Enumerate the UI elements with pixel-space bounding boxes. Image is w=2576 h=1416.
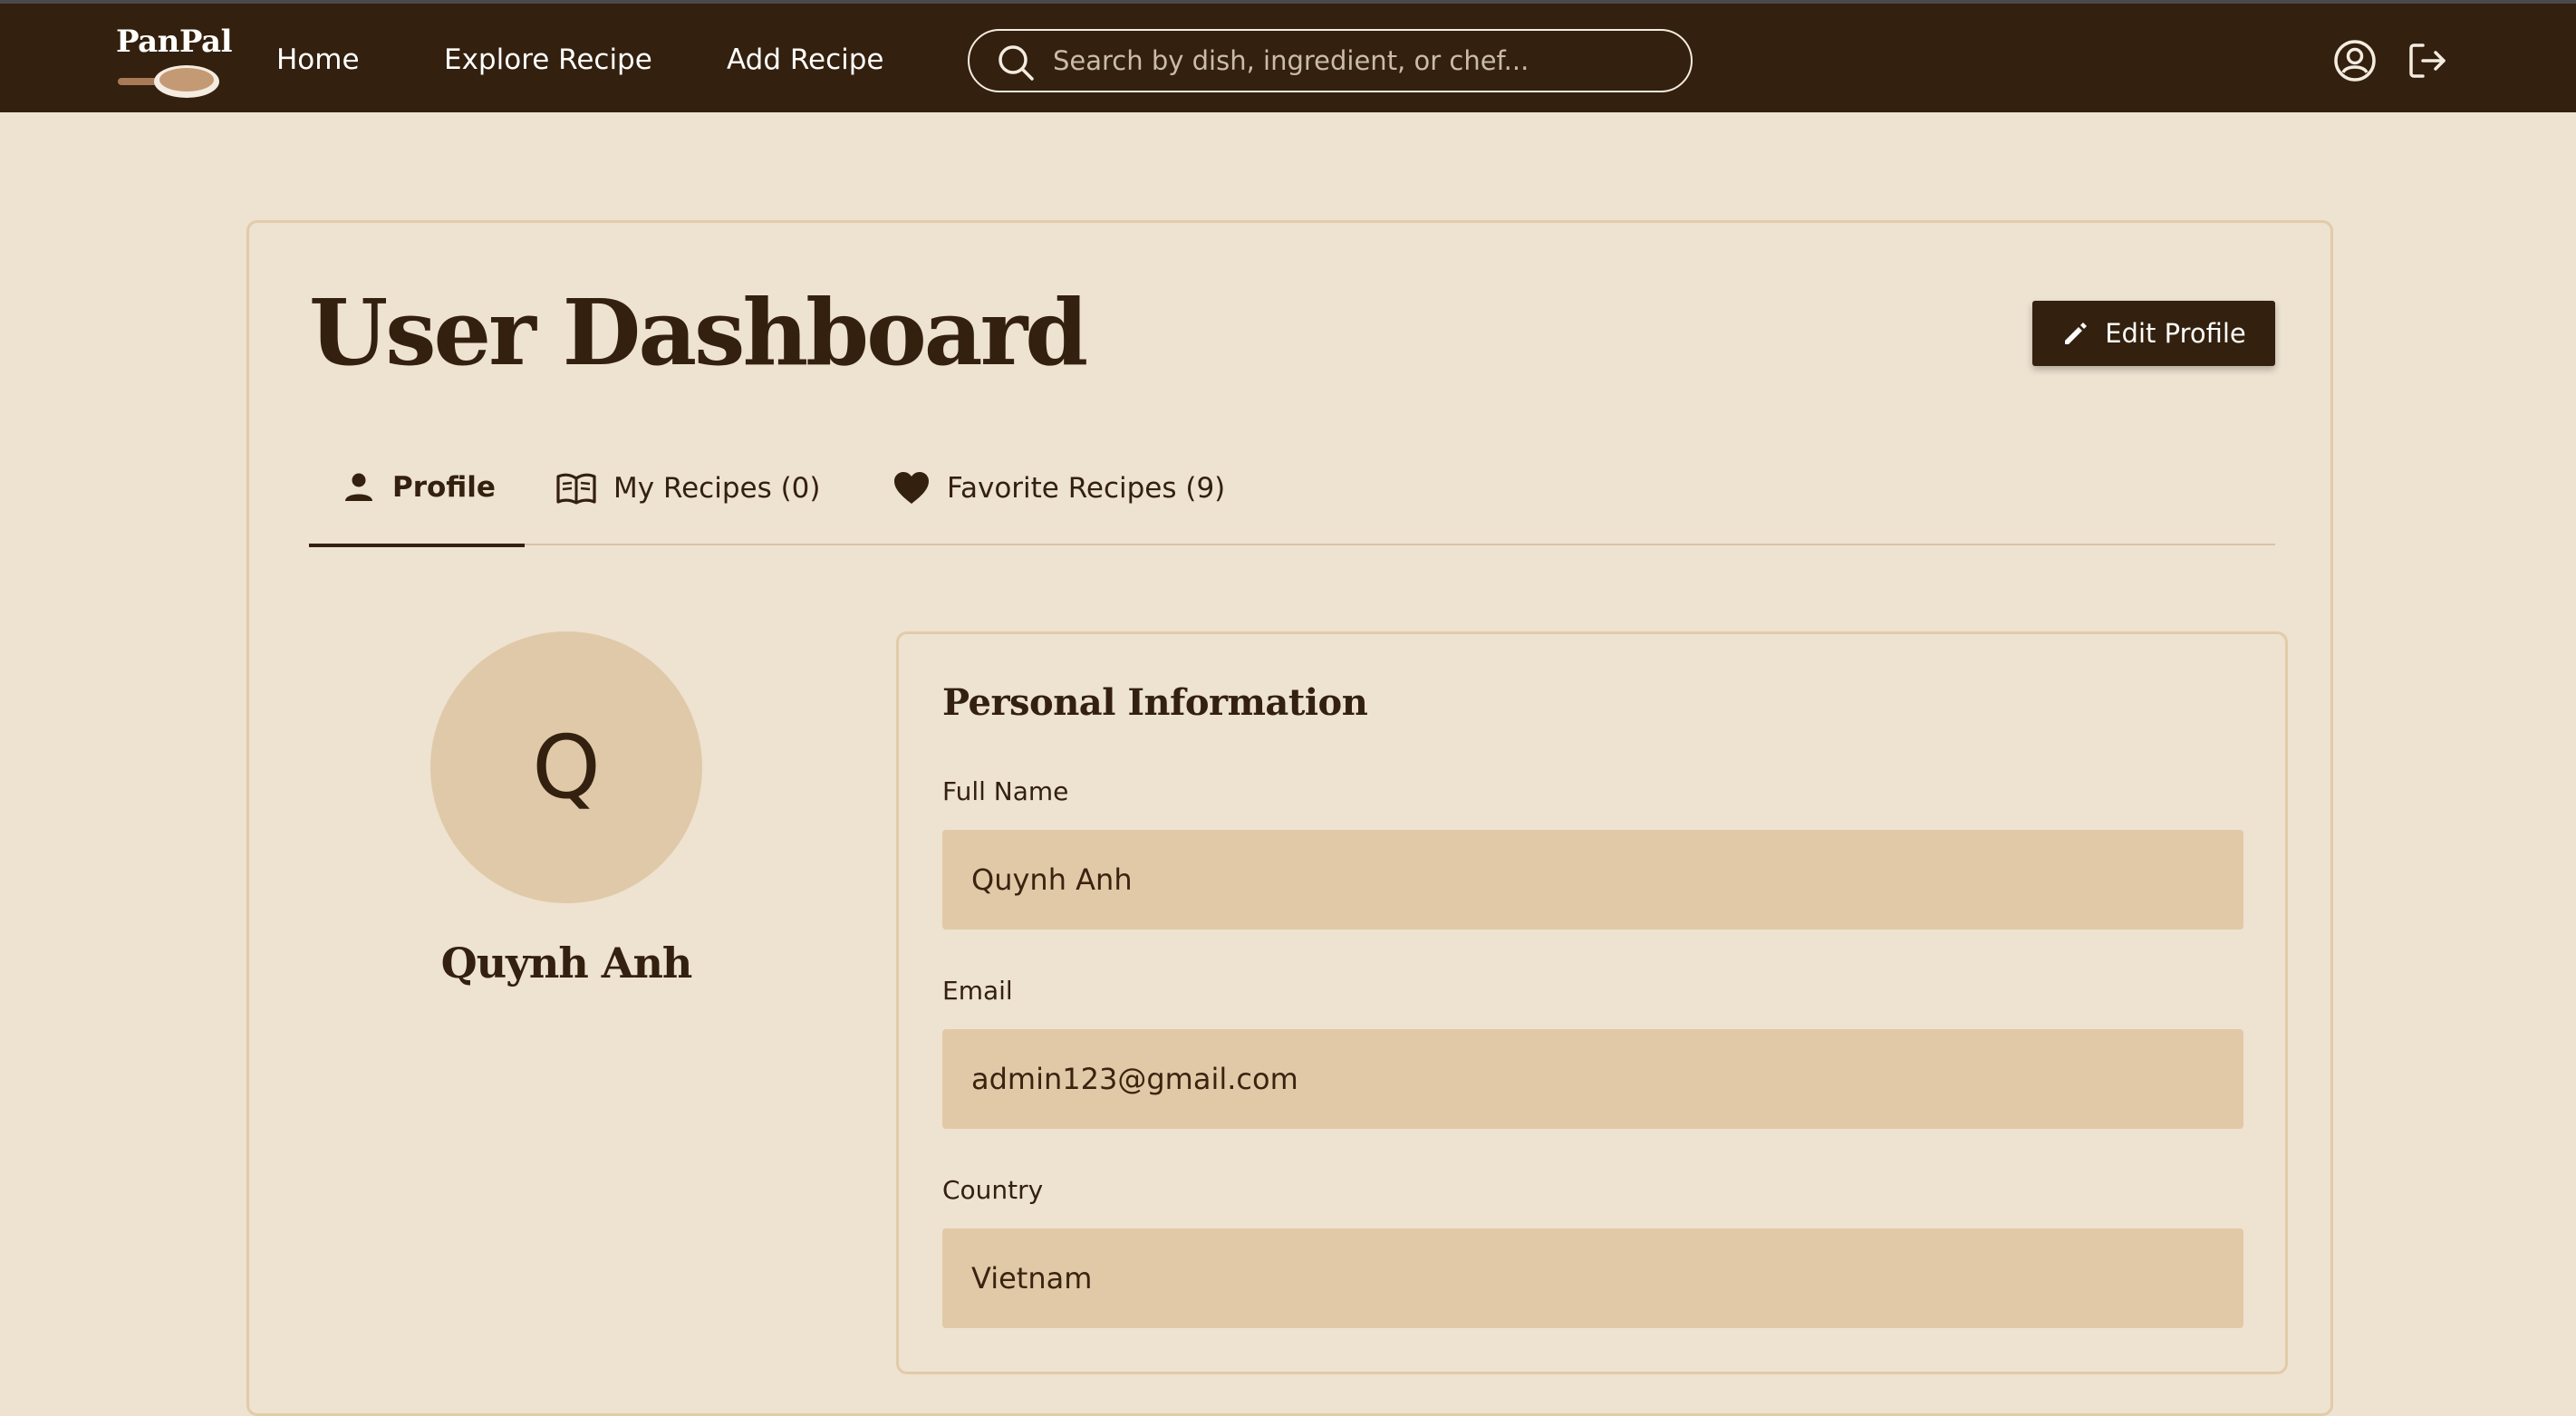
tab-favorite-recipes[interactable]: Favorite Recipes (9): [892, 431, 1225, 545]
tab-profile-label: Profile: [392, 471, 496, 504]
email-field[interactable]: [942, 1029, 2243, 1129]
user-circle-icon[interactable]: [2332, 38, 2378, 83]
tab-my-recipes[interactable]: My Recipes (0): [555, 431, 821, 545]
edit-profile-button[interactable]: Edit Profile: [2032, 301, 2275, 366]
search-input[interactable]: [1051, 38, 1676, 83]
avatar: Q: [430, 631, 702, 903]
full-name-label: Full Name: [942, 776, 1069, 806]
logo-text: PanPal: [116, 24, 233, 60]
panpal-logo[interactable]: PanPal: [114, 22, 233, 105]
logout-icon[interactable]: [2405, 38, 2450, 83]
book-icon: [556, 473, 596, 505]
dashboard-card: User Dashboard Edit Profile Profile My R…: [246, 220, 2333, 1416]
search-bar: [968, 29, 1693, 92]
country-field[interactable]: [942, 1228, 2243, 1328]
pencil-icon: [2065, 323, 2088, 344]
page-title: User Dashboard: [309, 279, 1088, 386]
edit-profile-label: Edit Profile: [2105, 318, 2246, 349]
profile-display-name: Quynh Anh: [440, 939, 693, 987]
nav-link-home[interactable]: Home: [276, 43, 360, 76]
tab-favorite-recipes-label: Favorite Recipes (9): [947, 472, 1226, 505]
tab-profile[interactable]: Profile: [309, 431, 525, 547]
nav-link-add-recipe[interactable]: Add Recipe: [727, 43, 884, 76]
search-icon: [999, 45, 1034, 81]
personal-information-title: Personal Information: [942, 681, 1368, 724]
personal-information-panel: Personal Information Full Name Email Cou…: [896, 631, 2288, 1374]
email-label: Email: [942, 976, 1013, 1006]
avatar-initial: Q: [532, 717, 601, 818]
heart-icon: [894, 472, 929, 504]
country-label: Country: [942, 1175, 1044, 1205]
person-icon: [345, 473, 372, 501]
tab-my-recipes-label: My Recipes (0): [613, 472, 821, 505]
nav-link-explore-recipe[interactable]: Explore Recipe: [444, 43, 652, 76]
full-name-field[interactable]: [942, 830, 2243, 930]
pan-icon: [118, 65, 219, 98]
dashboard-tabs: Profile My Recipes (0) Favorite Recipes …: [309, 431, 2275, 547]
top-navbar: PanPal Home Explore Recipe Add Recipe: [0, 0, 2576, 112]
